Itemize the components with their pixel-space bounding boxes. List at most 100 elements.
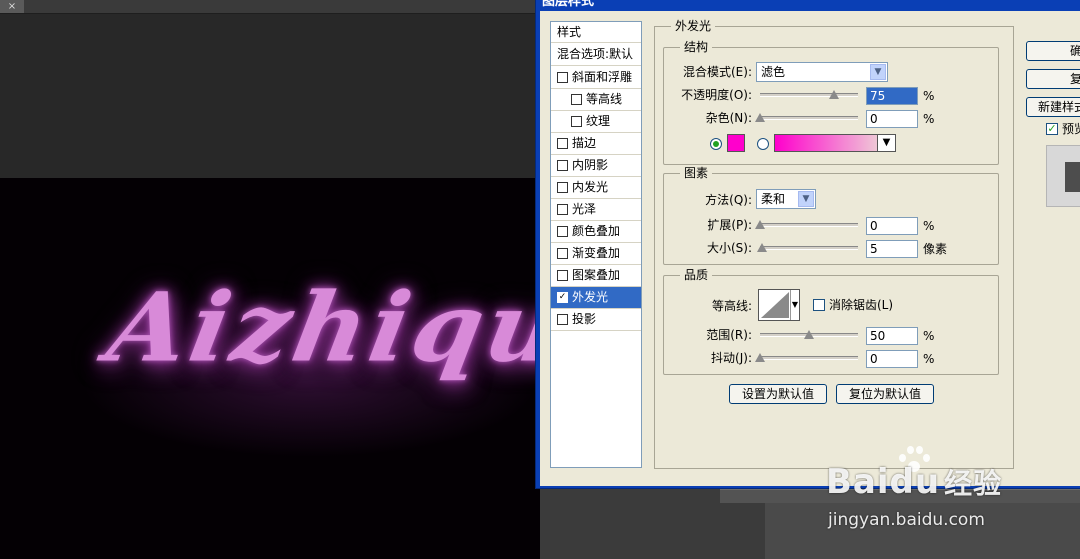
checkbox[interactable] bbox=[557, 160, 568, 171]
style-item-contour[interactable]: 等高线 bbox=[551, 89, 641, 111]
solid-color-radio[interactable] bbox=[710, 138, 722, 150]
spread-input[interactable]: 0 bbox=[866, 217, 918, 235]
chevron-down-icon[interactable]: ▼ bbox=[870, 64, 886, 80]
baidu-jingyan-watermark: Baidu 经验 jingyan.baidu.com bbox=[826, 446, 1026, 542]
jitter-label: 抖动(J): bbox=[711, 351, 752, 365]
dialog-body: 样式 混合选项:默认 斜面和浮雕 等高线 纹理 描边 内阴影 内发光 光泽 颜色… bbox=[540, 11, 1080, 486]
checkbox[interactable] bbox=[571, 116, 582, 127]
blend-mode-label: 混合模式(E): bbox=[683, 65, 752, 79]
style-item-gradient-overlay[interactable]: 渐变叠加 bbox=[551, 243, 641, 265]
checkbox[interactable] bbox=[557, 138, 568, 149]
glow-color-swatch[interactable] bbox=[727, 134, 745, 152]
size-slider[interactable] bbox=[756, 243, 858, 252]
spread-label: 扩展(P): bbox=[707, 218, 752, 232]
opacity-label: 不透明度(O): bbox=[681, 88, 752, 102]
style-item-color-overlay[interactable]: 颜色叠加 bbox=[551, 221, 641, 243]
pixel-unit: 像素 bbox=[923, 242, 948, 256]
ok-button[interactable]: 确 bbox=[1026, 41, 1080, 61]
checkbox[interactable] bbox=[557, 72, 568, 83]
preview-label: 预览 bbox=[1062, 122, 1080, 136]
style-item-outer-glow[interactable]: ✓ 外发光 bbox=[551, 287, 641, 309]
slider-thumb[interactable] bbox=[804, 330, 814, 339]
reset-default-button[interactable]: 复位为默认值 bbox=[836, 384, 934, 404]
checkbox[interactable] bbox=[557, 314, 568, 325]
range-slider[interactable] bbox=[760, 330, 858, 339]
canvas-glow-text: Aizhiqu bbox=[100, 270, 540, 384]
layer-style-dialog: 图层样式 样式 混合选项:默认 斜面和浮雕 等高线 纹理 描边 内阴影 内发光 … bbox=[535, 0, 1080, 489]
style-item-texture[interactable]: 纹理 bbox=[551, 111, 641, 133]
style-item-bevel-emboss[interactable]: 斜面和浮雕 bbox=[551, 67, 641, 89]
preview-checkbox[interactable]: ✓ bbox=[1046, 123, 1058, 135]
chevron-down-icon[interactable]: ▼ bbox=[877, 135, 895, 151]
style-item-stroke[interactable]: 描边 bbox=[551, 133, 641, 155]
style-list-header[interactable]: 样式 bbox=[551, 22, 641, 43]
style-item-blend-options[interactable]: 混合选项:默认 bbox=[551, 44, 641, 66]
noise-label: 杂色(N): bbox=[705, 111, 752, 125]
style-item-inner-shadow[interactable]: 内阴影 bbox=[551, 155, 641, 177]
quality-group: 品质 等高线: ▼ 消除锯齿(L) 范围(R): 50 % 抖动(J): 0 % bbox=[663, 268, 999, 375]
noise-input[interactable]: 0 bbox=[866, 110, 918, 128]
percent-sign: % bbox=[923, 112, 935, 126]
elements-title: 图素 bbox=[680, 166, 713, 180]
style-item-drop-shadow[interactable]: 投影 bbox=[551, 309, 641, 331]
checkbox[interactable] bbox=[557, 226, 568, 237]
style-item-inner-glow[interactable]: 内发光 bbox=[551, 177, 641, 199]
size-label: 大小(S): bbox=[706, 241, 752, 255]
noise-slider[interactable] bbox=[755, 113, 858, 122]
watermark-url: jingyan.baidu.com bbox=[828, 510, 985, 530]
checkbox[interactable] bbox=[557, 182, 568, 193]
structure-title: 结构 bbox=[680, 40, 713, 54]
contour-picker[interactable]: ▼ bbox=[758, 289, 800, 321]
style-item-pattern-overlay[interactable]: 图案叠加 bbox=[551, 265, 641, 287]
technique-select[interactable]: 柔和 ▼ bbox=[756, 189, 816, 209]
slider-thumb[interactable] bbox=[755, 353, 765, 362]
jitter-input[interactable]: 0 bbox=[866, 350, 918, 368]
quality-title: 品质 bbox=[680, 268, 713, 282]
checkbox[interactable] bbox=[557, 270, 568, 281]
spread-slider[interactable] bbox=[755, 220, 858, 229]
chevron-down-icon[interactable]: ▼ bbox=[790, 290, 799, 320]
percent-sign: % bbox=[923, 352, 935, 366]
size-input[interactable]: 5 bbox=[866, 240, 918, 258]
reset-button[interactable]: 复 bbox=[1026, 69, 1080, 89]
contour-curve-icon bbox=[761, 292, 789, 318]
opacity-slider[interactable] bbox=[760, 90, 858, 99]
gradient-picker[interactable]: ▼ bbox=[774, 134, 896, 152]
outer-glow-panel: 外发光 结构 混合模式(E): 滤色 ▼ 不透明度(O): 75 % 杂色(N)… bbox=[654, 19, 1014, 469]
outer-glow-title: 外发光 bbox=[671, 19, 716, 33]
preview-swatch bbox=[1065, 162, 1080, 192]
style-item-satin[interactable]: 光泽 bbox=[551, 199, 641, 221]
checkbox-checked[interactable]: ✓ bbox=[557, 292, 568, 303]
antialias-label: 消除锯齿(L) bbox=[829, 298, 894, 312]
checkbox[interactable] bbox=[557, 248, 568, 259]
contour-label: 等高线: bbox=[711, 299, 752, 313]
baidu-logo-text: Baidu 经验 bbox=[826, 462, 1003, 502]
technique-label: 方法(Q): bbox=[705, 193, 752, 207]
chevron-down-icon[interactable]: ▼ bbox=[798, 191, 814, 207]
document-tab-bar: × bbox=[0, 0, 540, 14]
checkbox[interactable] bbox=[557, 204, 568, 215]
checkbox[interactable] bbox=[571, 94, 582, 105]
make-default-button[interactable]: 设置为默认值 bbox=[729, 384, 827, 404]
slider-thumb[interactable] bbox=[755, 113, 765, 122]
gradient-radio[interactable] bbox=[757, 138, 769, 150]
document-canvas[interactable]: Aizhiqu bbox=[0, 178, 540, 559]
antialias-checkbox[interactable] bbox=[813, 299, 825, 311]
percent-sign: % bbox=[923, 219, 935, 233]
range-input[interactable]: 50 bbox=[866, 327, 918, 345]
percent-sign: % bbox=[923, 89, 935, 103]
jitter-slider[interactable] bbox=[755, 353, 858, 362]
percent-sign: % bbox=[923, 329, 935, 343]
workspace-background bbox=[0, 14, 540, 178]
new-style-button[interactable]: 新建样式 bbox=[1026, 97, 1080, 117]
slider-thumb[interactable] bbox=[828, 90, 839, 99]
style-list: 样式 混合选项:默认 斜面和浮雕 等高线 纹理 描边 内阴影 内发光 光泽 颜色… bbox=[550, 21, 642, 468]
opacity-input[interactable]: 75 bbox=[866, 87, 918, 105]
range-label: 范围(R): bbox=[706, 328, 752, 342]
preview-box bbox=[1046, 145, 1080, 207]
blend-mode-select[interactable]: 滤色 ▼ bbox=[756, 62, 888, 82]
slider-thumb[interactable] bbox=[756, 243, 767, 252]
slider-thumb[interactable] bbox=[755, 220, 765, 229]
structure-group: 结构 混合模式(E): 滤色 ▼ 不透明度(O): 75 % 杂色(N): 0 … bbox=[663, 40, 999, 165]
close-tab-icon[interactable]: × bbox=[0, 0, 24, 13]
